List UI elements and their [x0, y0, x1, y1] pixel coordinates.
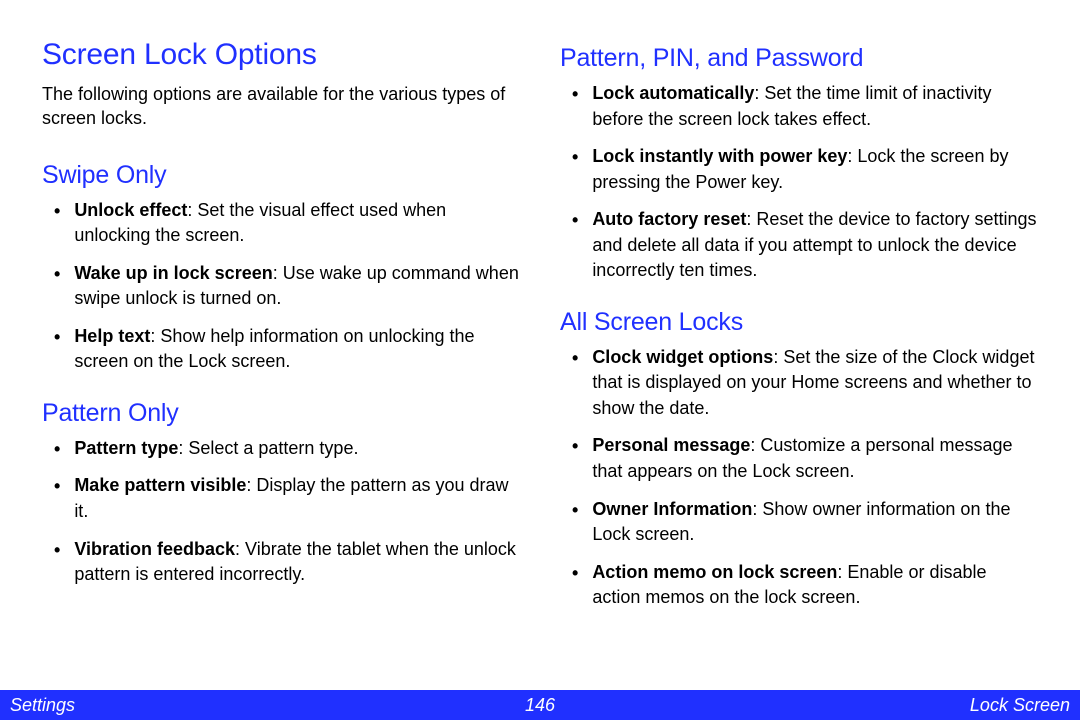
term: Wake up in lock screen: [74, 263, 272, 283]
list-item: •Auto factory reset: Reset the device to…: [572, 207, 1038, 284]
bullet-icon: •: [54, 538, 60, 564]
section-swipe-only: Swipe Only •Unlock effect: Set the visua…: [42, 161, 520, 375]
list-item: •Help text: Show help information on unl…: [54, 324, 520, 375]
term: Make pattern visible: [74, 475, 246, 495]
bullet-icon: •: [572, 82, 578, 108]
section-pattern-only: Pattern Only • Pattern type: Select a pat…: [42, 399, 520, 588]
page-footer: Settings 146 Lock Screen: [0, 690, 1080, 720]
list-item: •Unlock effect: Set the visual effect us…: [54, 198, 520, 249]
list: •Unlock effect: Set the visual effect us…: [42, 198, 520, 375]
intro-text: The following options are available for …: [42, 82, 520, 131]
list-item: •Personal message: Customize a personal …: [572, 433, 1038, 484]
list-item: •Clock widget options: Set the size of t…: [572, 345, 1038, 422]
term: Lock automatically: [592, 83, 754, 103]
footer-left: Settings: [10, 695, 363, 716]
bullet-icon: •: [54, 325, 60, 351]
bullet-icon: •: [54, 199, 60, 225]
list-item: •Action memo on lock screen: Enable or d…: [572, 560, 1038, 611]
section-heading: Swipe Only: [42, 161, 520, 190]
term: Personal message: [592, 435, 750, 455]
term: Help text: [74, 326, 150, 346]
bullet-icon: •: [54, 474, 60, 500]
term: Unlock effect: [74, 200, 187, 220]
desc: : Select a pattern type.: [178, 438, 358, 458]
bullet-icon: •: [54, 262, 60, 288]
section-heading: All Screen Locks: [560, 308, 1038, 337]
list-item: •Wake up in lock screen: Use wake up com…: [54, 261, 520, 312]
bullet-icon: •: [572, 561, 578, 587]
list-item: •Lock instantly with power key: Lock the…: [572, 144, 1038, 195]
list-item: •Lock automatically: Set the time limit …: [572, 81, 1038, 132]
section-pattern-pin-password: Pattern, PIN, and Password • Lock automat…: [560, 44, 1038, 284]
list: •Clock widget options: Set the size of t…: [560, 345, 1038, 611]
section-all-screen-locks: All Screen Locks •Clock widget options: …: [560, 308, 1038, 611]
list-item: •Owner Information: Show owner informati…: [572, 497, 1038, 548]
term: Lock instantly with power key: [592, 146, 847, 166]
term: Pattern type: [74, 438, 178, 458]
bullet-icon: •: [572, 145, 578, 171]
list-item: •Vibration feedback: Vibrate the tablet …: [54, 537, 520, 588]
footer-right: Lock Screen: [717, 695, 1070, 716]
bullet-icon: •: [54, 437, 60, 463]
term: Action memo on lock screen: [592, 562, 837, 582]
term: Clock widget options: [592, 347, 773, 367]
list: •Lock automatically: Set the time limit …: [560, 81, 1038, 284]
term: Vibration feedback: [74, 539, 235, 559]
bullet-icon: •: [572, 208, 578, 234]
page-body: Screen Lock Options The following option…: [0, 0, 1080, 690]
term: Owner Information: [592, 499, 752, 519]
page-title: Screen Lock Options: [42, 38, 520, 72]
right-column: Pattern, PIN, and Password • Lock automat…: [560, 38, 1038, 690]
section-heading: Pattern Only: [42, 399, 520, 428]
left-column: Screen Lock Options The following option…: [42, 38, 520, 690]
bullet-icon: •: [572, 346, 578, 372]
list: • Pattern type: Select a pattern type. • M…: [42, 436, 520, 588]
list-item: • Pattern type: Select a pattern type.: [54, 436, 520, 462]
footer-page-number: 146: [363, 695, 716, 716]
term: Auto factory reset: [592, 209, 746, 229]
section-heading: Pattern, PIN, and Password: [560, 44, 1038, 73]
bullet-icon: •: [572, 498, 578, 524]
list-item: •Make pattern visible: Display the patte…: [54, 473, 520, 524]
bullet-icon: •: [572, 434, 578, 460]
